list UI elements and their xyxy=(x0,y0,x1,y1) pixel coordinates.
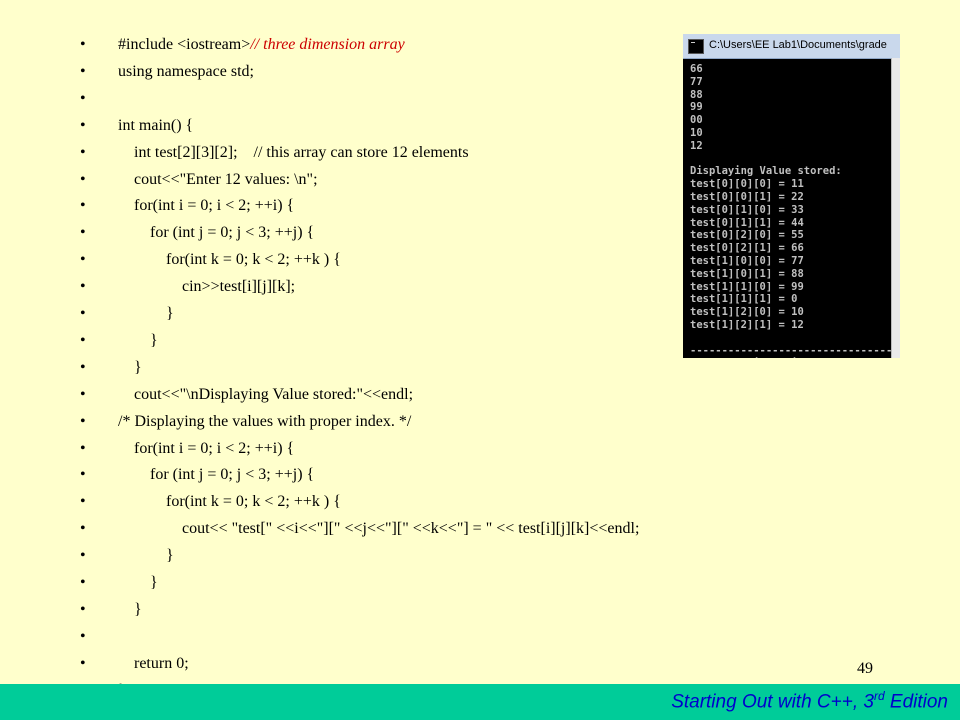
bullet-icon: • xyxy=(80,197,86,215)
console-line: 12 xyxy=(690,139,703,152)
bullet-icon: • xyxy=(80,36,86,53)
console-line: Process exited with return xyxy=(690,357,854,358)
bullet-icon: • xyxy=(80,493,86,511)
code-text: int test[2][3][2]; // this array can sto… xyxy=(118,143,469,161)
code-text-wrap: #include <iostream>// three dimension ar… xyxy=(118,32,405,58)
bullet-icon: • xyxy=(80,331,86,349)
console-line: 00 xyxy=(690,114,703,127)
code-text: for(int k = 0; k < 2; ++k ) { xyxy=(118,251,341,269)
console-line: test[1][2][1] = 12 xyxy=(690,319,804,331)
code-text: } xyxy=(118,305,174,322)
bullet-icon: • xyxy=(80,224,86,242)
code-text: } xyxy=(118,547,174,565)
console-line: test[0][1][0] = 33 xyxy=(690,203,804,216)
code-text: } xyxy=(118,600,142,618)
console-line: 99 xyxy=(690,101,703,114)
bullet-icon: • xyxy=(80,251,86,269)
code-text: for(int i = 0; i < 2; ++i) { xyxy=(118,197,295,215)
bullet-icon: • xyxy=(80,466,86,484)
console-line: Displaying Value stored: xyxy=(690,165,842,178)
code-text: cout<<"Enter 12 values: \n"; xyxy=(118,170,318,188)
bullet-icon: • xyxy=(80,385,86,403)
console-output: 66 77 88 99 00 10 12 Displaying Value stored: te… xyxy=(683,58,891,358)
bullet-icon: • xyxy=(80,574,86,591)
console-line: test[0][0][0] = 11 xyxy=(690,178,804,191)
bullet-icon: • xyxy=(80,116,86,134)
bullet-icon: • xyxy=(80,600,86,618)
code-comment: // three dimension array xyxy=(250,36,405,53)
console-line: test[1][1][0] = 99 xyxy=(690,280,804,293)
code-text: int main() { xyxy=(118,116,194,134)
bullet-icon: • xyxy=(80,62,86,80)
code-text: cout<<"\nDisplaying Value stored:"<<endl… xyxy=(118,385,414,403)
bullet-icon: • xyxy=(80,439,86,457)
console-line: test[1][0][1] = 88 xyxy=(690,267,804,280)
console-line: ---------------------------------- xyxy=(690,344,891,357)
bullet-icon: • xyxy=(80,412,86,430)
footer-bar: Starting Out with C++, 3rd Edition xyxy=(0,684,960,720)
bullet-icon: • xyxy=(80,305,86,322)
bullet-icon: • xyxy=(80,358,86,376)
code-text: for(int k = 0; k < 2; ++k ) { xyxy=(118,493,341,511)
console-line: test[0][0][1] = 22 xyxy=(690,191,804,203)
console-line: 10 xyxy=(690,127,703,139)
code-text: /* Displaying the values with proper ind… xyxy=(118,412,412,430)
console-app-icon xyxy=(688,39,704,54)
bullet-icon: • xyxy=(80,89,86,107)
bullet-icon: • xyxy=(80,143,86,161)
bullet-icon: • xyxy=(80,627,86,645)
console-line: 66 xyxy=(690,63,703,75)
bullet-icon: • xyxy=(80,520,86,538)
bullet-icon: • xyxy=(80,170,86,188)
page-number: 49 xyxy=(857,660,873,677)
code-text: for (int j = 0; j < 3; ++j) { xyxy=(118,466,315,484)
code-text: for(int i = 0; i < 2; ++i) { xyxy=(118,439,295,457)
console-line: 88 xyxy=(690,88,703,101)
console-line: test[0][2][0] = 55 xyxy=(690,229,804,242)
console-line: 77 xyxy=(690,75,703,88)
code-text: } xyxy=(118,358,142,376)
code-text: for (int j = 0; j < 3; ++j) { xyxy=(118,224,315,242)
bullet-icon: • xyxy=(80,547,86,565)
code-text: return 0; xyxy=(118,654,189,672)
code-text: } xyxy=(118,331,158,349)
console-line: test[1][0][0] = 77 xyxy=(690,255,804,267)
code-text: cin>>test[i][j][k]; xyxy=(118,278,296,296)
console-titlebar[interactable]: C:\Users\EE Lab1\Documents\grade xyxy=(683,34,900,59)
bullet-icon: • xyxy=(80,654,86,672)
console-line: test[0][1][1] = 44 xyxy=(690,216,804,229)
bullet-icon: • xyxy=(80,278,86,296)
console-scrollbar[interactable] xyxy=(891,58,900,358)
console-window: C:\Users\EE Lab1\Documents\grade 66 77 88 9… xyxy=(683,34,900,358)
console-line: test[1][1][1] = 0 xyxy=(690,293,798,306)
footer-book-title: Starting Out with C++, 3rd Edition xyxy=(671,689,948,713)
code-text: using namespace std; xyxy=(118,62,254,80)
code-text: #include <iostream> xyxy=(118,36,251,53)
console-title: C:\Users\EE Lab1\Documents\grade xyxy=(709,39,887,51)
code-text: cout<< "test[" <<i<<"][" <<j<<"][" <<k<<… xyxy=(118,520,640,538)
console-line: test[0][2][1] = 66 xyxy=(690,242,804,255)
code-text: } xyxy=(118,574,158,591)
console-line: test[1][2][0] = 10 xyxy=(690,306,804,319)
